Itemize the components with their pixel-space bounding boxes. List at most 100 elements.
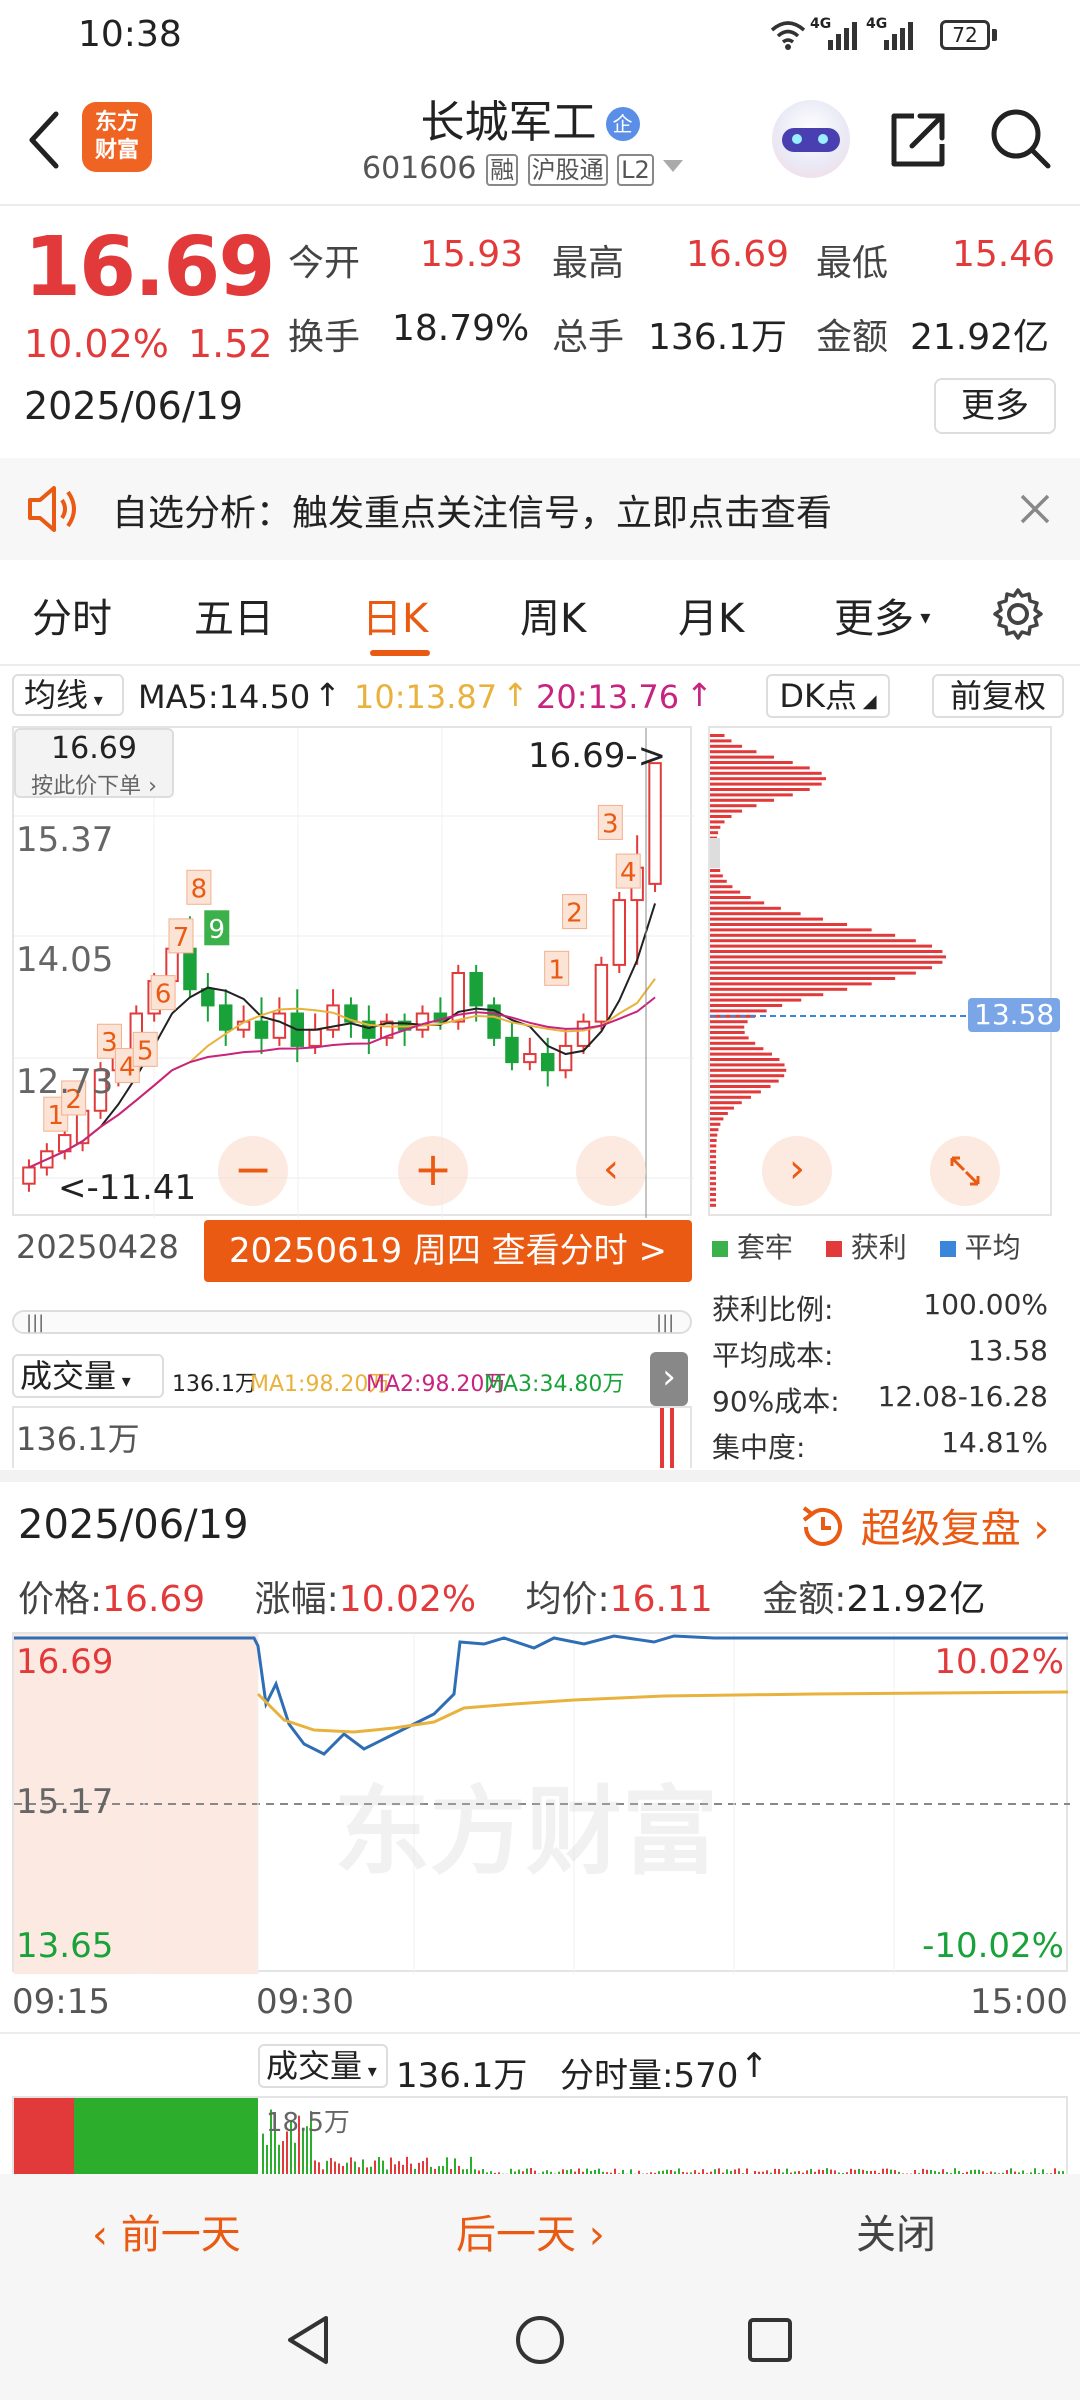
tab-monthly-k[interactable]: 月K <box>678 586 744 644</box>
tab-weekly-k[interactable]: 周K <box>520 586 586 644</box>
last-price: 16.69 <box>24 220 273 315</box>
tag-margin: 融 <box>486 154 518 186</box>
chip-bar <box>710 928 872 931</box>
chip-bar <box>710 1188 716 1191</box>
dk-marker-label: 9 <box>209 915 226 945</box>
zoom-out-button[interactable]: − <box>218 1136 288 1206</box>
signal-icon <box>828 20 860 50</box>
nav-home-icon[interactable] <box>512 2312 568 2368</box>
chip-bar <box>710 1161 716 1164</box>
intraday-volume-select[interactable]: 成交量 ▾ <box>258 2044 388 2088</box>
volume-axis-box: 136.1万 <box>12 1406 692 1468</box>
chip-distribution[interactable]: 13.58 › <box>708 726 1052 1216</box>
kline-candle <box>256 1022 267 1038</box>
adjust-button[interactable]: 前复权 <box>932 674 1064 718</box>
chip-bar <box>710 966 932 969</box>
chip-bar <box>710 815 732 818</box>
expand-button[interactable] <box>930 1136 1000 1206</box>
tab-daily-k[interactable]: 日K <box>362 586 428 644</box>
avg-value: 16.11 <box>610 1579 713 1620</box>
indicator-select[interactable]: 均线 ▾ <box>12 674 124 716</box>
chip-bar <box>710 891 740 894</box>
settings-gear-icon[interactable] <box>990 586 1046 642</box>
tab-more[interactable]: 更多 ▾ <box>834 586 930 644</box>
dk-point-button[interactable]: DK点 ◢ <box>766 674 890 718</box>
kline-candle <box>614 900 625 965</box>
kline-candle <box>23 1167 34 1183</box>
volume-select[interactable]: 成交量 ▾ <box>12 1354 164 1398</box>
share-icon[interactable] <box>886 108 950 172</box>
volume-panel: 成交量 ▾ 136.1万 MA1:98.20万 MA2:98.20万 MA3:3… <box>12 1350 692 1470</box>
chip-bar <box>710 961 942 964</box>
chip-bar <box>710 788 810 791</box>
zoom-in-button[interactable]: + <box>398 1136 468 1206</box>
kline-candle <box>202 989 213 1005</box>
chip-bar <box>710 1080 779 1083</box>
view-intraday-text: 20250619 周四 查看分时 > <box>229 1231 667 1271</box>
search-icon[interactable] <box>988 106 1054 172</box>
kline-candle <box>220 1005 231 1029</box>
chip-bar <box>710 1204 716 1207</box>
back-arrow-icon[interactable] <box>24 108 64 172</box>
intraday-stats: 价格:16.69 涨幅:10.02% 均价:16.11 金额:21.92亿 <box>18 1570 1078 1620</box>
close-notice-icon[interactable] <box>1018 492 1052 526</box>
dk-marker-label: 7 <box>173 923 190 953</box>
dk-marker-label: 5 <box>137 1036 154 1066</box>
notice-bar[interactable]: 自选分析：触发重点关注信号，立即点击查看 <box>0 458 1080 560</box>
prev-day-button[interactable]: ‹ 前一天 <box>92 2202 241 2260</box>
super-replay-link[interactable]: 超级复盘 › <box>798 1496 1068 1550</box>
tab-intraday[interactable]: 分时 <box>32 586 112 644</box>
kline-chart[interactable]: 1234567891234 15.37 14.05 12.73 16.69-> … <box>12 726 692 1216</box>
volume-bar <box>358 2167 360 2174</box>
kline-candle <box>596 965 607 1022</box>
chip-next-button[interactable]: › <box>762 1136 832 1206</box>
chip-bar <box>710 1123 720 1126</box>
stock-name: 长城军工 <box>420 97 596 148</box>
chip-bar <box>710 831 718 834</box>
volume-bar <box>370 2167 372 2174</box>
chip-bar <box>710 1009 767 1012</box>
pct-label: 涨幅: <box>255 1579 339 1620</box>
chip-bar <box>710 977 895 980</box>
price-tip[interactable]: 16.69 按此价下单 › <box>14 728 174 798</box>
chip-bar <box>710 1020 748 1023</box>
volume-expand-button[interactable]: › <box>650 1352 688 1406</box>
chip-avg-value: 13.58 <box>974 998 1054 1031</box>
scroll-left-button[interactable]: ‹ <box>576 1136 646 1206</box>
chip-stat-90-cost: 90%成本: 12.08-16.28 <box>712 1380 1052 1420</box>
intraday-chart[interactable]: 东方财富 16.69 15.17 13.65 10.02% -10.02% <box>12 1632 1068 1972</box>
ma5-line <box>29 903 655 1167</box>
chip-bar <box>710 1090 761 1093</box>
more-button[interactable]: 更多 <box>934 378 1056 434</box>
dropdown-triangle-icon[interactable] <box>663 160 683 174</box>
stock-code-row: 601606 融 沪股通 L2 <box>362 150 683 190</box>
scroll-handle-left[interactable]: ||| <box>26 1312 44 1333</box>
tab-five-day[interactable]: 五日 <box>194 586 274 644</box>
next-day-button[interactable]: 后一天 › <box>456 2202 605 2260</box>
chip-bar <box>710 918 823 921</box>
super-replay-label: 超级复盘 <box>861 1506 1021 1552</box>
assistant-robot-icon[interactable] <box>772 100 850 178</box>
legend-trapped: 套牢 <box>737 1231 793 1264</box>
chip-bar <box>710 901 764 904</box>
tab-more-caret-icon: ▾ <box>914 605 930 629</box>
close-button[interactable]: 关闭 <box>856 2202 936 2260</box>
volume-bar <box>314 2160 316 2174</box>
nav-recent-icon[interactable] <box>742 2312 798 2368</box>
chip-bar <box>710 1063 785 1066</box>
volume-ma3: MA3:34.80万 <box>484 1366 624 1398</box>
volume-bar <box>354 2162 356 2174</box>
kline-candle <box>417 1014 428 1030</box>
nav-back-icon[interactable] <box>282 2312 338 2368</box>
next-day-label: 后一天 <box>456 2212 576 2258</box>
volume-bar <box>378 2157 380 2174</box>
chip-stats: 获利比例: 100.00% 平均成本: 13.58 90%成本: 12.08-16.2… <box>712 1282 1052 1472</box>
scroll-handle-right[interactable]: ||| <box>656 1312 674 1333</box>
kline-scrollbar[interactable]: ||| ||| <box>12 1310 692 1334</box>
time-open: 09:30 <box>256 1982 354 2022</box>
volume-bar <box>342 2166 344 2174</box>
view-intraday-banner[interactable]: 20250619 周四 查看分时 > <box>204 1220 692 1282</box>
chip-bar <box>710 934 895 937</box>
ma-row: 均线 ▾ MA5:14.50 ↑ 10:13.87 ↑ 20:13.76 ↑ D… <box>0 668 1080 722</box>
volume-bar <box>418 2163 420 2174</box>
